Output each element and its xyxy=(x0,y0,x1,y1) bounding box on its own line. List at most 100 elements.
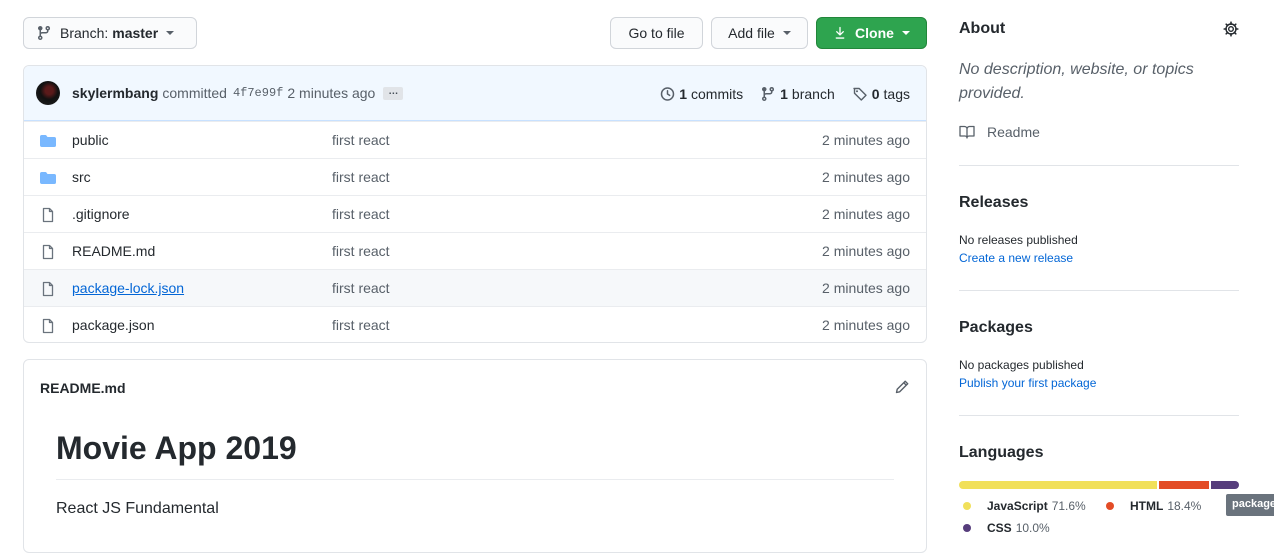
file-name[interactable]: public xyxy=(72,132,109,148)
file-icon xyxy=(42,207,54,223)
create-release-link[interactable]: Create a new release xyxy=(959,251,1073,265)
download-icon xyxy=(835,26,845,39)
latest-commit-bar: skylermbang committed 4f7e99f 2 minutes … xyxy=(24,66,926,121)
readme-panel: README.md Movie App 2019 React JS Fundam… xyxy=(23,359,927,553)
releases-title[interactable]: Releases xyxy=(959,194,1028,212)
git-branch-icon xyxy=(762,86,775,101)
file-browser: skylermbang committed 4f7e99f 2 minutes … xyxy=(23,65,927,343)
commit-expand-button[interactable]: … xyxy=(383,86,404,100)
avatar[interactable] xyxy=(36,81,60,105)
commit-age: 2 minutes ago xyxy=(822,206,910,222)
commits-link[interactable]: 1 commits xyxy=(659,86,743,102)
about-title: About xyxy=(959,20,1006,37)
language-dot-icon xyxy=(963,524,971,532)
file-icon xyxy=(42,281,54,297)
readme-body: React JS Fundamental xyxy=(56,500,219,517)
file-name[interactable]: README.md xyxy=(72,243,155,259)
commit-time: 2 minutes ago xyxy=(287,85,376,101)
commit-sha[interactable]: 4f7e99f xyxy=(233,86,283,100)
language-dot-icon xyxy=(1106,502,1114,510)
language-bar-segment-css[interactable] xyxy=(1211,481,1239,489)
file-row[interactable]: public first react 2 minutes ago xyxy=(24,121,926,158)
sidebar-divider xyxy=(959,415,1239,416)
commit-message[interactable]: first react xyxy=(332,132,390,148)
commit-message[interactable]: first react xyxy=(332,243,390,259)
language-item-html[interactable]: HTML 18.4% xyxy=(1106,499,1201,513)
chevron-down-icon xyxy=(901,31,910,35)
commit-age: 2 minutes ago xyxy=(822,169,910,185)
tags-count: 0 xyxy=(871,85,880,102)
file-row[interactable]: package-lock.json first react 2 minutes … xyxy=(24,269,926,306)
language-percent: 71.6% xyxy=(1051,499,1086,513)
language-name: CSS xyxy=(987,521,1012,535)
add-file-label: Add file xyxy=(728,25,775,41)
branch-select-button[interactable]: Branch: master xyxy=(23,17,197,49)
language-percent: 10.0% xyxy=(1015,521,1050,535)
about-description: No description, website, or topics provi… xyxy=(959,61,1194,102)
sidebar-divider xyxy=(959,165,1239,166)
language-percent: 18.4% xyxy=(1167,499,1202,513)
branch-count-label: branch xyxy=(791,85,835,102)
tooltip: package xyxy=(1226,494,1274,516)
branches-link[interactable]: 1 branch xyxy=(760,86,835,102)
commit-message[interactable]: first react xyxy=(332,280,390,296)
tag-icon xyxy=(853,87,867,101)
file-row[interactable]: src first react 2 minutes ago xyxy=(24,158,926,195)
branch-label: Branch: xyxy=(60,25,109,41)
file-row[interactable]: README.md first react 2 minutes ago xyxy=(24,232,926,269)
branch-value: master xyxy=(112,25,159,41)
commit-age: 2 minutes ago xyxy=(822,243,910,259)
folder-icon xyxy=(40,135,56,147)
tags-link[interactable]: 0 tags xyxy=(852,86,910,102)
gear-icon[interactable] xyxy=(1223,21,1239,37)
file-row[interactable]: .gitignore first react 2 minutes ago xyxy=(24,195,926,232)
language-bar xyxy=(959,481,1239,489)
readme-filename: README.md xyxy=(40,380,126,396)
commit-age: 2 minutes ago xyxy=(822,280,910,296)
commit-age: 2 minutes ago xyxy=(822,132,910,148)
file-row[interactable]: package.json first react 2 minutes ago xyxy=(24,306,926,342)
tags-label: tags xyxy=(883,85,910,102)
commit-message[interactable]: first react xyxy=(332,206,390,222)
file-name[interactable]: .gitignore xyxy=(72,206,130,222)
file-name[interactable]: package-lock.json xyxy=(72,280,184,296)
git-branch-icon xyxy=(37,26,50,41)
readme-title: Movie App 2019 xyxy=(56,430,297,466)
file-name[interactable]: package.json xyxy=(72,317,155,333)
add-file-button[interactable]: Add file xyxy=(711,17,808,49)
commit-text: committed xyxy=(162,85,227,101)
publish-package-link[interactable]: Publish your first package xyxy=(959,376,1096,390)
file-icon xyxy=(42,244,54,260)
commit-age: 2 minutes ago xyxy=(822,317,910,333)
language-bar-segment-javascript[interactable] xyxy=(959,481,1157,489)
sidebar-divider xyxy=(959,290,1239,291)
language-item-javascript[interactable]: JavaScript 71.6% xyxy=(963,499,1086,513)
chevron-down-icon xyxy=(782,31,791,35)
commit-author[interactable]: skylermbang xyxy=(72,85,158,101)
branch-count: 1 xyxy=(780,85,788,102)
commit-message[interactable]: first react xyxy=(332,317,390,333)
chevron-down-icon xyxy=(166,31,175,35)
folder-icon xyxy=(40,172,56,184)
readme-divider xyxy=(56,479,894,480)
pencil-icon[interactable] xyxy=(894,379,910,395)
language-dot-icon xyxy=(963,502,971,510)
file-name[interactable]: src xyxy=(72,169,91,185)
commit-message[interactable]: first react xyxy=(332,169,390,185)
language-bar-segment-html[interactable] xyxy=(1158,481,1210,489)
book-icon xyxy=(959,125,975,139)
releases-empty-text: No releases published xyxy=(959,233,1078,247)
go-to-file-button[interactable]: Go to file xyxy=(610,17,703,49)
clone-label: Clone xyxy=(855,25,894,41)
readme-link[interactable]: Readme xyxy=(959,124,1040,140)
readme-link-label: Readme xyxy=(987,124,1040,140)
history-icon xyxy=(660,86,675,101)
language-item-css[interactable]: CSS 10.0% xyxy=(963,521,1050,535)
language-name: HTML xyxy=(1130,499,1164,513)
commits-label: commits xyxy=(691,85,744,102)
clone-button[interactable]: Clone xyxy=(816,17,927,49)
languages-title: Languages xyxy=(959,444,1044,461)
packages-empty-text: No packages published xyxy=(959,358,1084,372)
packages-title[interactable]: Packages xyxy=(959,319,1033,337)
commits-count: 1 xyxy=(679,85,687,102)
